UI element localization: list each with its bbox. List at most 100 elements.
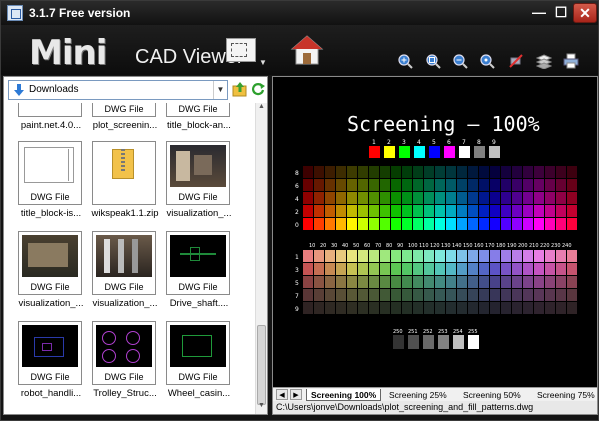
chevron-down-icon[interactable]: ▼ [213, 81, 227, 99]
zoom-out-icon[interactable] [452, 53, 468, 69]
hue-cell [457, 192, 467, 204]
refresh-icon[interactable] [250, 81, 266, 97]
hue-cell [479, 289, 489, 301]
hue-cell [567, 179, 577, 191]
drawing-canvas[interactable]: Screening — 100%1 2 3 4 5 6 7 8 98642010 20 30 40 50… [273, 77, 597, 387]
hue-cell [490, 276, 500, 288]
file-item[interactable]: DWG File Trolley_Struc... [85, 321, 159, 411]
hue-cell [314, 218, 324, 230]
hue-cell [512, 302, 522, 314]
zoom-extents-icon[interactable] [425, 53, 441, 69]
file-item[interactable]: DWG File plot_screenin... [85, 103, 159, 143]
file-item[interactable]: DWG File visualization_... [11, 231, 85, 321]
hue-cell [303, 218, 313, 230]
hue-cell [435, 205, 445, 217]
thumbnail-preview [22, 325, 78, 367]
hue-cell [424, 192, 434, 204]
tab-layout[interactable]: Screening 50% [459, 389, 525, 401]
hue-cell [336, 166, 346, 178]
scroll-up-icon[interactable]: ▲ [256, 103, 267, 115]
download-arrow-icon [14, 84, 24, 96]
swatch-number: 6 [447, 139, 451, 146]
hue-label: 90 [397, 243, 403, 249]
hue-cell [446, 289, 456, 301]
view-mode-button[interactable]: ▼ [223, 36, 267, 67]
minimize-button[interactable]: — [529, 3, 549, 23]
hue-cell [490, 263, 500, 275]
file-item[interactable]: DWG File Drive_shaft.... [159, 231, 233, 321]
hue-cell [424, 250, 434, 262]
file-thumbnail [92, 141, 156, 205]
hue-label: 100 [408, 243, 418, 249]
close-button[interactable]: ✕ [573, 3, 597, 23]
hue-cell [512, 289, 522, 301]
file-item[interactable]: DWG File robot_handli... [11, 321, 85, 411]
hue-cell [446, 179, 456, 191]
hue-cell [402, 218, 412, 230]
tab-next-icon[interactable]: ▶ [290, 389, 302, 400]
file-item[interactable]: DWG File visualization_... [159, 141, 233, 231]
vertical-scrollbar[interactable]: ▲ ▼ [255, 103, 267, 414]
zoom-window-icon[interactable] [479, 53, 495, 69]
hue-cell [380, 205, 390, 217]
hue-cell [336, 205, 346, 217]
file-item[interactable]: DWG File title_block-is... [11, 141, 85, 231]
folder-up-icon[interactable] [232, 81, 248, 97]
scroll-down-icon[interactable]: ▼ [256, 402, 267, 414]
file-name: plot_screenin... [92, 120, 158, 131]
maximize-button[interactable]: ☐ [551, 3, 571, 23]
main-toolbar: Mini CAD Viewer ▼ [1, 25, 598, 75]
hue-cell [523, 302, 533, 314]
scroll-thumb[interactable] [257, 325, 266, 405]
hue-cell [325, 205, 335, 217]
hue-cell [358, 205, 368, 217]
file-item[interactable]: paint.net.4.0... [11, 103, 85, 143]
layers-icon[interactable] [535, 53, 553, 70]
hue-label: 40 [342, 243, 348, 249]
hue-cell [402, 179, 412, 191]
hue-cell [314, 263, 324, 275]
file-type-label: DWG File [178, 282, 218, 292]
hue-cell [391, 179, 401, 191]
hue-label: 180 [496, 243, 506, 249]
app-icon[interactable] [7, 5, 23, 21]
file-thumbnail: DWG File [18, 141, 82, 205]
hue-cell [347, 192, 357, 204]
hue-cell [556, 302, 566, 314]
home-button[interactable] [290, 33, 324, 67]
hue-cell [402, 289, 412, 301]
row-label: 1 [295, 254, 299, 261]
color-swatch [414, 146, 425, 158]
file-item[interactable]: wikspeak1.1.zip [85, 141, 159, 231]
hue-cell [523, 250, 533, 262]
tab-layout[interactable]: Screening 25% [385, 389, 451, 401]
hue-cell [567, 205, 577, 217]
row-label: 9 [295, 306, 299, 313]
pan-off-icon[interactable] [508, 53, 524, 69]
tab-prev-icon[interactable]: ◀ [276, 389, 288, 400]
hue-cell [545, 276, 555, 288]
hue-cell [358, 192, 368, 204]
hue-cell [369, 192, 379, 204]
file-item[interactable]: DWG File visualization_... [85, 231, 159, 321]
hue-cell [413, 166, 423, 178]
file-item[interactable]: DWG File title_block-an... [159, 103, 233, 143]
swatch-number: 2 [387, 139, 391, 146]
hue-cell [512, 263, 522, 275]
file-thumbnail: DWG File [166, 231, 230, 295]
hue-cell [534, 218, 544, 230]
hue-label: 210 [529, 243, 539, 249]
tab-layout[interactable]: Screening 100% [306, 389, 382, 401]
hue-cell [336, 263, 346, 275]
hue-cell [523, 166, 533, 178]
gray-swatch [393, 335, 404, 349]
file-item[interactable]: DWG File Wheel_casin... [159, 321, 233, 411]
tab-layout[interactable]: Screening 75% [533, 389, 599, 401]
print-icon[interactable] [563, 53, 579, 69]
logo-mini: Mini [29, 33, 107, 73]
zoom-in-icon[interactable] [397, 53, 413, 69]
hue-label: 220 [540, 243, 550, 249]
gray-label: 255 [468, 329, 478, 335]
folder-select[interactable]: Downloads ▼ [8, 80, 228, 100]
file-type-label: DWG File [30, 192, 70, 202]
